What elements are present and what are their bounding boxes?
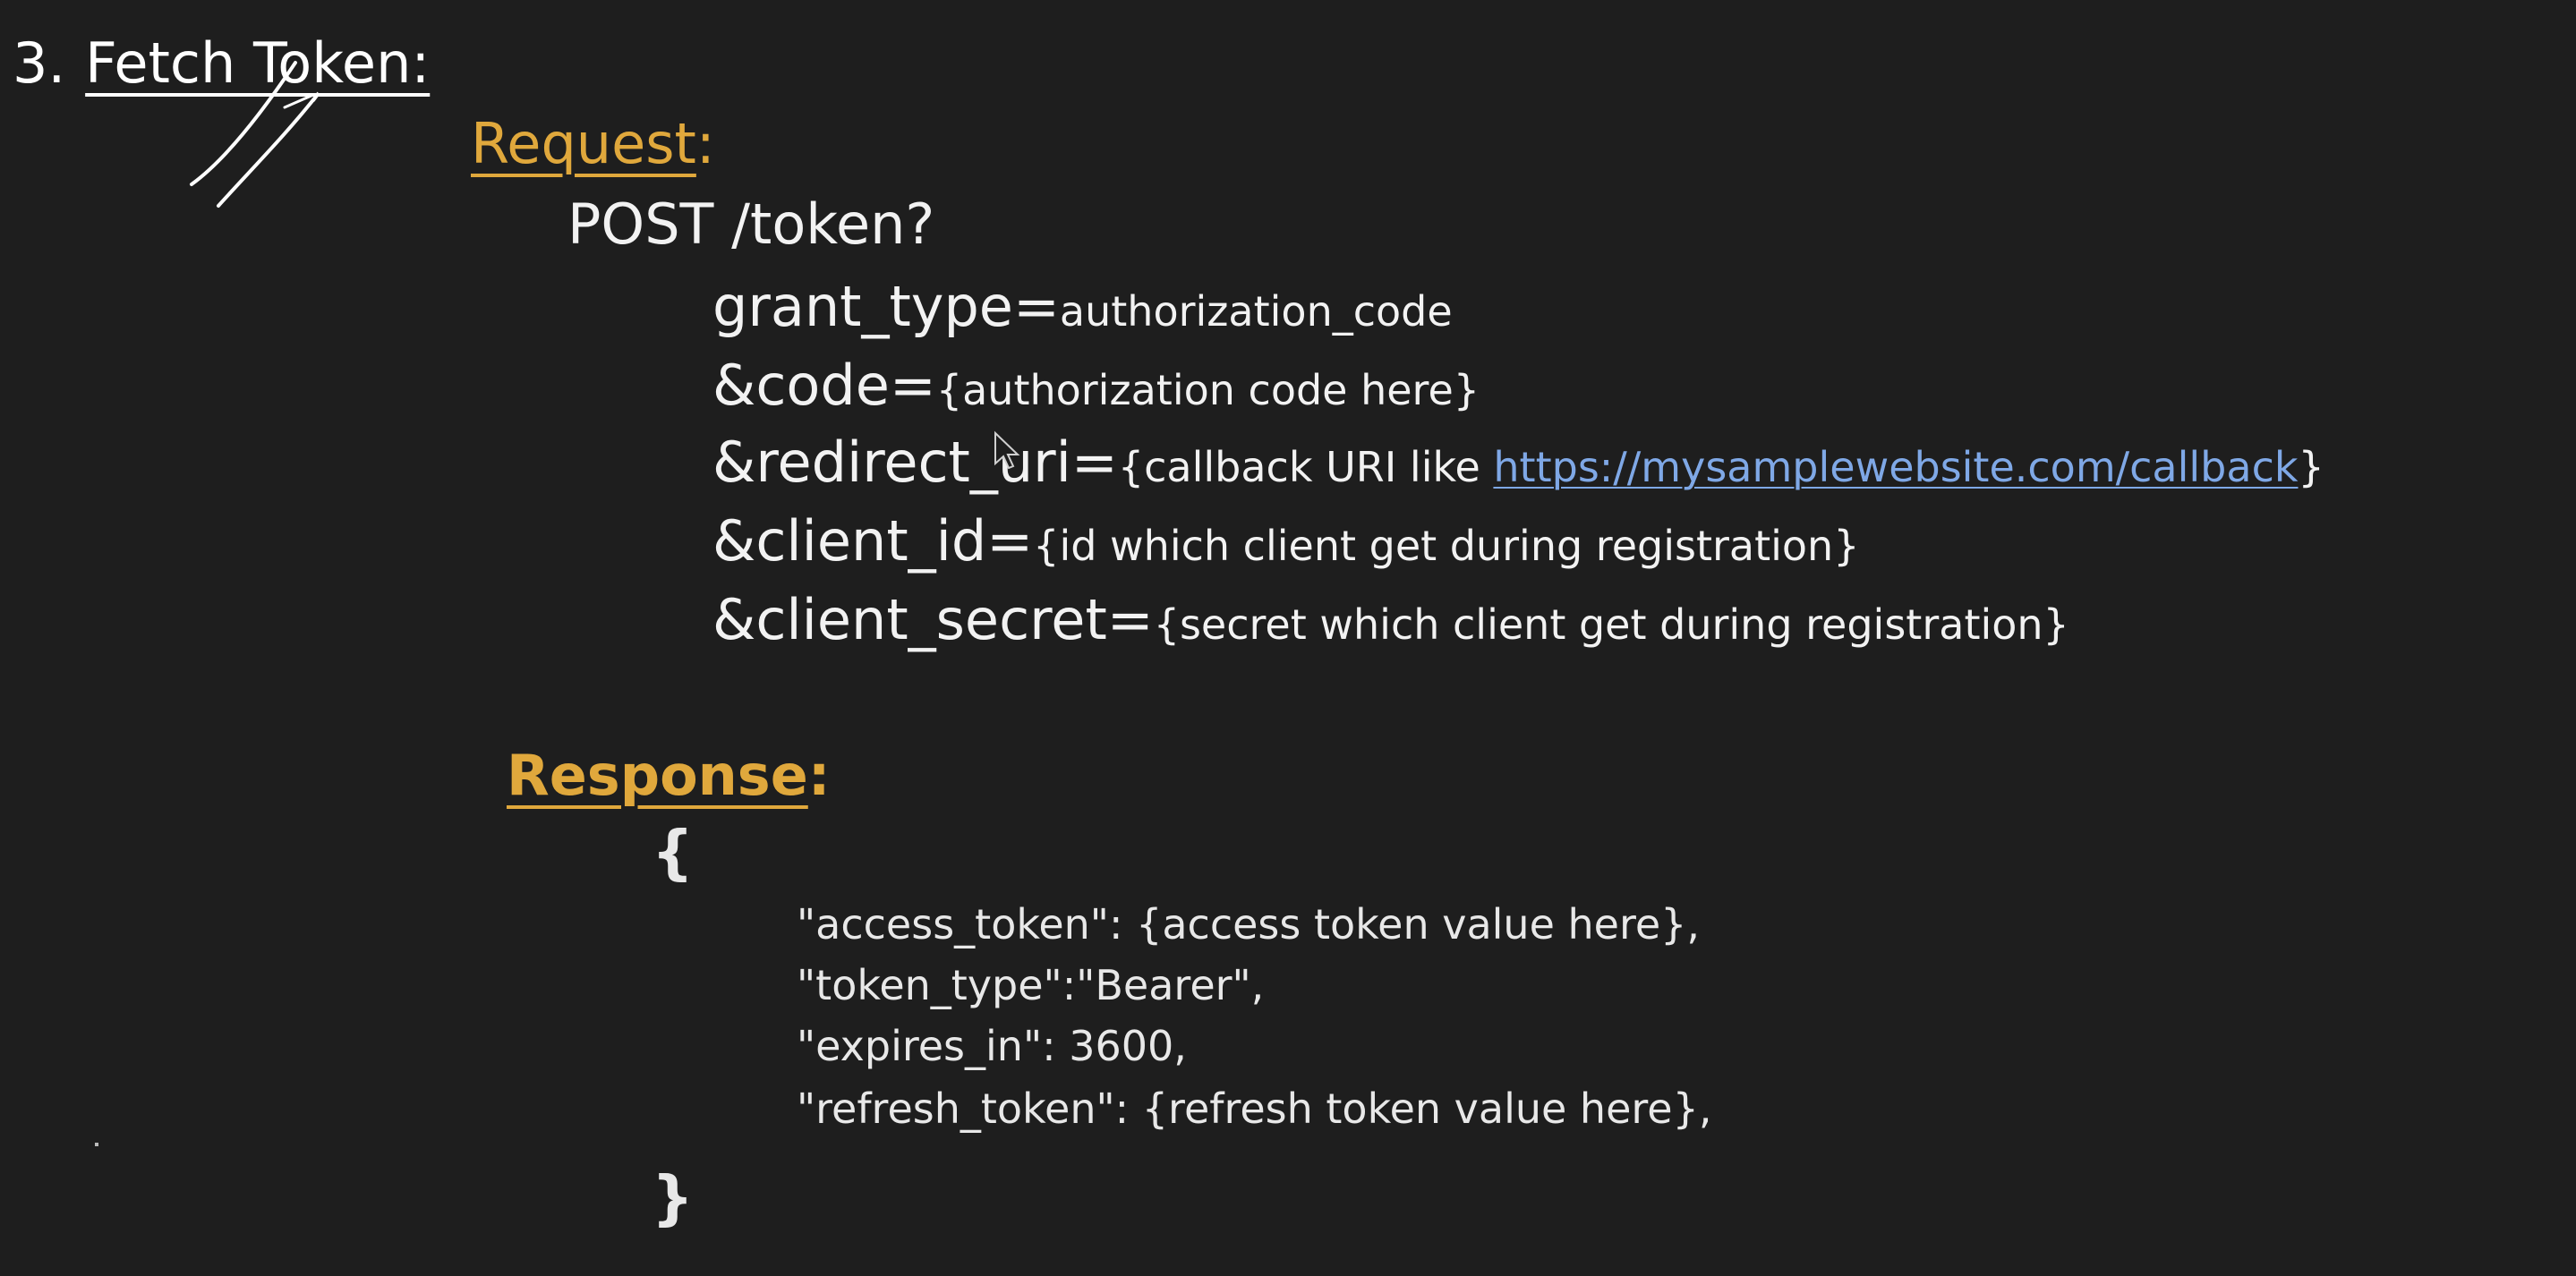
- pen-stroke-1: [190, 61, 297, 186]
- annotation-overlay: [95, 61, 1020, 1146]
- pen-stroke-2: [217, 91, 320, 208]
- mouse-cursor-icon: [994, 430, 1020, 470]
- small-dot-mark: [95, 1143, 98, 1146]
